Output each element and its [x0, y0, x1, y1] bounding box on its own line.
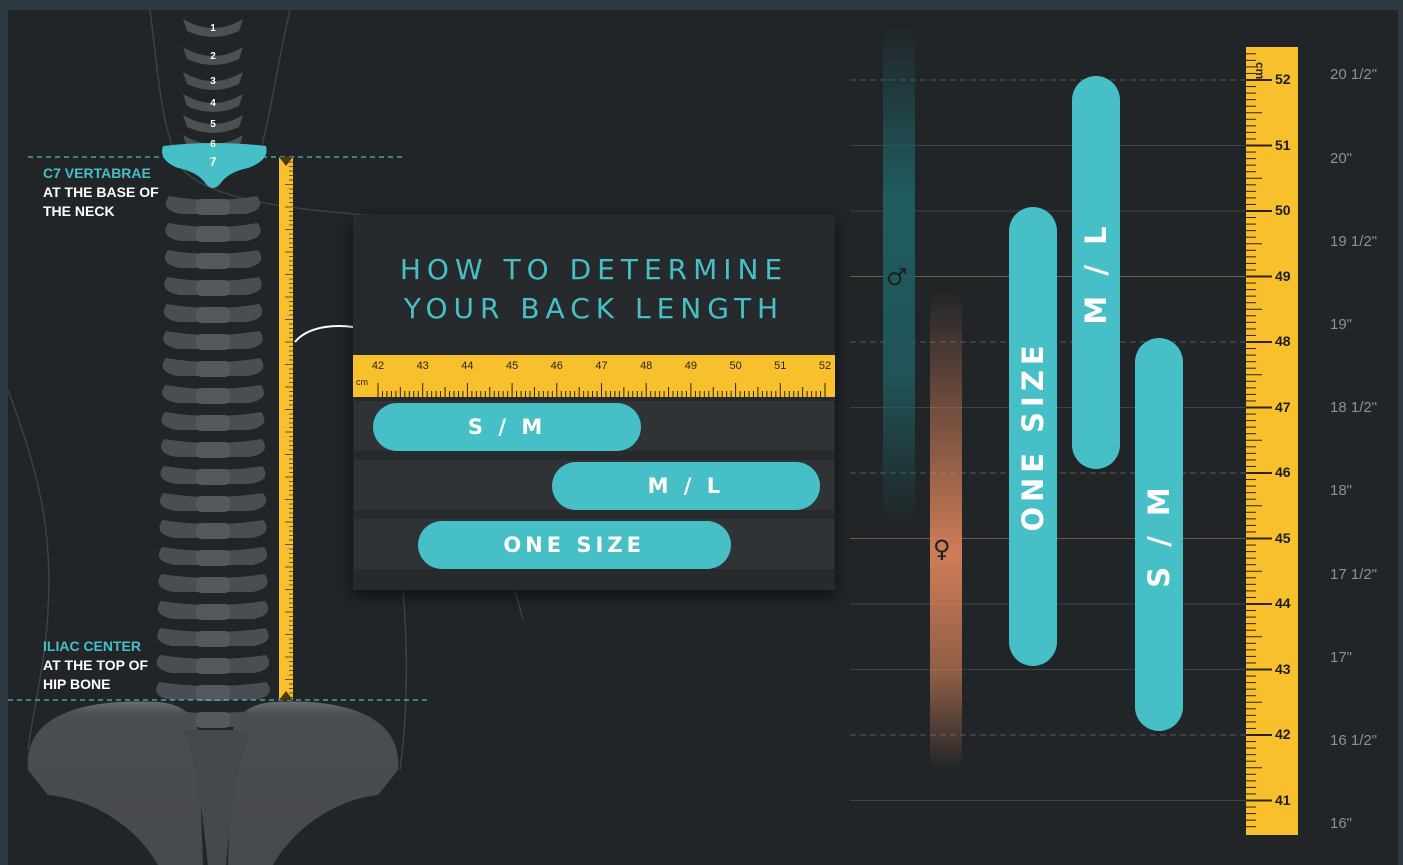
iliac-label: ILIAC CENTER AT THE TOP OF HIP BONE: [43, 637, 148, 694]
c7-label-line1: AT THE BASE OF: [43, 184, 159, 200]
ruler-tick-label: 50: [729, 360, 741, 372]
vertebra: [159, 520, 267, 539]
vertebra: [164, 277, 262, 296]
ruler-tick-label: 44: [461, 360, 473, 372]
vertebra-number: 6: [210, 139, 216, 150]
c7-label-title: C7 VERTABRAE: [43, 165, 151, 181]
vertebra-number: 1: [210, 23, 216, 34]
cm-tick-label: 48: [1275, 333, 1291, 349]
vertebra: [158, 547, 268, 566]
size-range-pill: ONE SIZE: [1009, 207, 1057, 666]
panel-size-pill: S / M: [373, 403, 642, 451]
inch-label: 20": [1330, 149, 1353, 167]
vertebra: [163, 331, 263, 350]
infographic-frame: 1234567 cm C7 VERTABRAE AT THE BASE OF T…: [0, 0, 1403, 865]
iliac-label-line2: HIP BONE: [43, 676, 111, 692]
cm-tick-label: 45: [1275, 529, 1291, 546]
infographic-canvas: 1234567 cm C7 VERTABRAE AT THE BASE OF T…: [8, 10, 1398, 865]
ruler-tick-label: 43: [417, 360, 429, 372]
ruler-tick-label: 52: [819, 360, 831, 372]
vertebra: [162, 358, 264, 377]
vertebra-number: 2: [210, 51, 216, 62]
ruler-tick-label: 45: [506, 360, 518, 372]
panel-size-pill: ONE SIZE: [417, 521, 731, 569]
size-range-label: S / M: [1142, 481, 1176, 588]
ruler-tick-label: 46: [551, 360, 563, 372]
vertebra: [164, 250, 262, 269]
vertebra: [161, 412, 265, 431]
female-range-bar: [930, 290, 962, 770]
ruler-tick-label: 47: [595, 360, 607, 372]
iliac-label-line1: AT THE TOP OF: [43, 657, 149, 673]
iliac-label-title: ILIAC CENTER: [43, 638, 141, 654]
vertebra: [156, 682, 270, 701]
horizontal-cm-ruler: 42 43 44 45 46 47 48 49 50 51 52 cm: [353, 355, 835, 397]
cm-tick-label: 44: [1275, 595, 1291, 611]
vertebra: [157, 628, 269, 647]
size-range-pill: M / L: [1072, 76, 1120, 469]
inch-label: 19": [1330, 315, 1353, 333]
vertebra: [161, 439, 265, 458]
cm-tick-label: 43: [1275, 660, 1291, 677]
vertebra-number: 7: [209, 154, 216, 169]
vertebra-number: 4: [210, 98, 216, 109]
vertebra: [156, 655, 270, 674]
vertebra: [160, 466, 266, 485]
vertebra: [162, 385, 264, 404]
vertebra: [165, 196, 261, 215]
ruler-tick-label: 49: [685, 360, 697, 372]
inch-label: 20 1/2": [1330, 66, 1378, 84]
inch-label: 18 1/2": [1330, 399, 1378, 417]
vertebra: [157, 601, 269, 620]
cm-tick-label: 41: [1275, 791, 1291, 808]
male-symbol-icon: ♂: [886, 263, 908, 291]
inch-label: 16": [1330, 815, 1353, 833]
inch-label: 17 1/2": [1330, 565, 1378, 583]
c7-label: C7 VERTABRAE AT THE BASE OF THE NECK: [43, 164, 159, 221]
vertebra-number: 3: [210, 76, 216, 87]
size-range-pill: S / M: [1135, 338, 1183, 731]
ruler-tick-label: 42: [372, 360, 384, 372]
ruler-unit-label: cm: [356, 377, 368, 387]
cm-tick-label: 49: [1275, 267, 1291, 284]
vertebra: [163, 304, 263, 323]
cm-tick-label: 46: [1275, 464, 1291, 480]
panel-title-line1: HOW TO DETERMINE: [399, 253, 789, 286]
vertebra: [158, 574, 268, 593]
cm-tick-label: 52: [1275, 71, 1291, 87]
cm-tick-label: 47: [1275, 398, 1291, 415]
vertebra: [165, 223, 261, 242]
back-measuring-tape: [279, 157, 293, 700]
size-guide-panel: HOW TO DETERMINE YOUR BACK LENGTH 42 43 44…: [353, 215, 835, 590]
inch-label: 19 1/2": [1330, 232, 1378, 250]
spine: 1 2 3 4 5 6 7: [155, 19, 271, 728]
ruler-unit-label: cm: [1253, 62, 1267, 79]
cm-tick-label: 51: [1275, 136, 1291, 153]
inch-label: 17": [1330, 648, 1353, 666]
cm-ruler: cm: [1246, 47, 1298, 835]
panel-title-line2: YOUR BACK LENGTH: [403, 292, 785, 325]
size-range-label: M / L: [1079, 220, 1113, 325]
vertebra-number: 5: [210, 119, 216, 130]
female-symbol-icon: ♀: [933, 535, 951, 563]
inch-label: 16 1/2": [1330, 731, 1378, 749]
inch-label: 18": [1330, 482, 1353, 500]
size-range-label: ONE SIZE: [1016, 340, 1050, 532]
vertebra: [159, 493, 267, 512]
ruler-tick-label: 51: [774, 360, 786, 372]
ruler-tick-label: 48: [640, 360, 652, 372]
c7-label-line2: THE NECK: [43, 203, 115, 219]
panel-size-pill: M / L: [551, 462, 820, 510]
cm-tick-label: 50: [1275, 202, 1291, 218]
cm-tick-label: 42: [1275, 726, 1291, 742]
